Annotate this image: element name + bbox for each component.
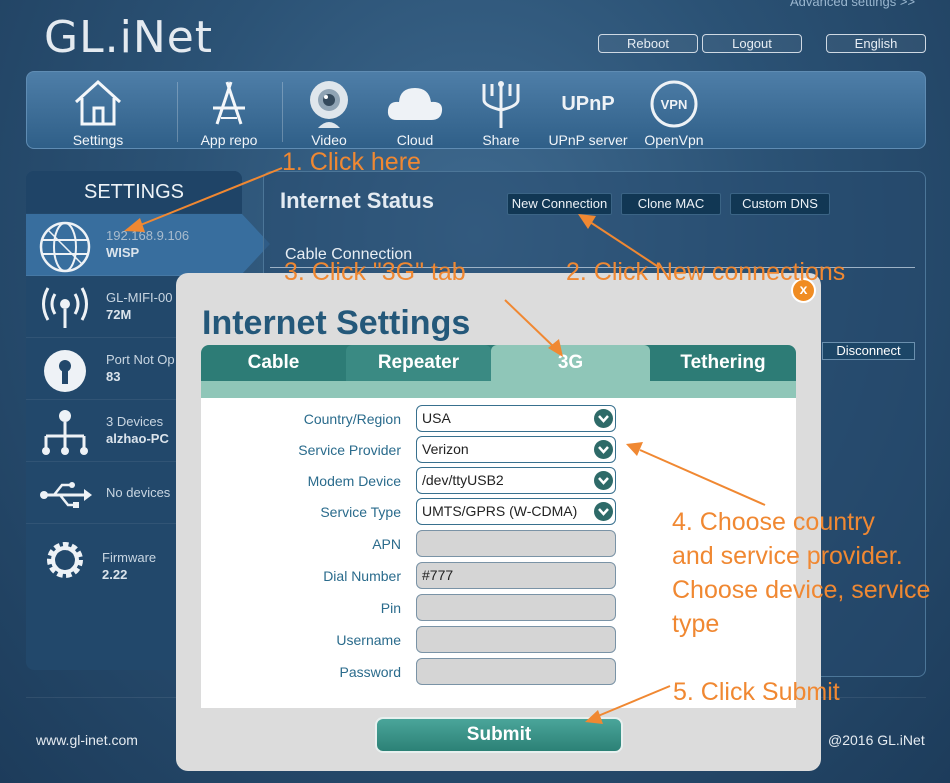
arrow-3-head xyxy=(548,339,563,357)
annotation-step-4-line-4: type xyxy=(672,610,720,638)
arrow-4-line xyxy=(639,449,766,506)
arrow-2-head xyxy=(578,214,596,229)
annotation-step-4-line-2: and service provider. xyxy=(672,542,903,570)
annotation-step-1: 1. Click here xyxy=(282,148,421,176)
annotation-arrows xyxy=(124,167,766,724)
arrow-3-line xyxy=(504,299,556,349)
annotation-step-4: 4. Choose country and service provider. … xyxy=(672,505,930,641)
arrow-4-head xyxy=(626,442,643,456)
arrow-5-line xyxy=(597,685,671,717)
annotation-step-5: 5. Click Submit xyxy=(673,678,840,706)
annotation-step-3: 3. Click "3G" tab xyxy=(284,258,466,286)
arrow-1-line xyxy=(137,167,283,227)
annotation-step-2: 2. Click New connections xyxy=(566,258,846,286)
annotation-step-4-line-3: Choose device, service xyxy=(672,576,931,604)
annotation-step-4-line-1: 4. Choose country xyxy=(672,508,875,536)
arrow-5-head xyxy=(585,710,603,724)
arrow-1-head xyxy=(124,218,145,232)
